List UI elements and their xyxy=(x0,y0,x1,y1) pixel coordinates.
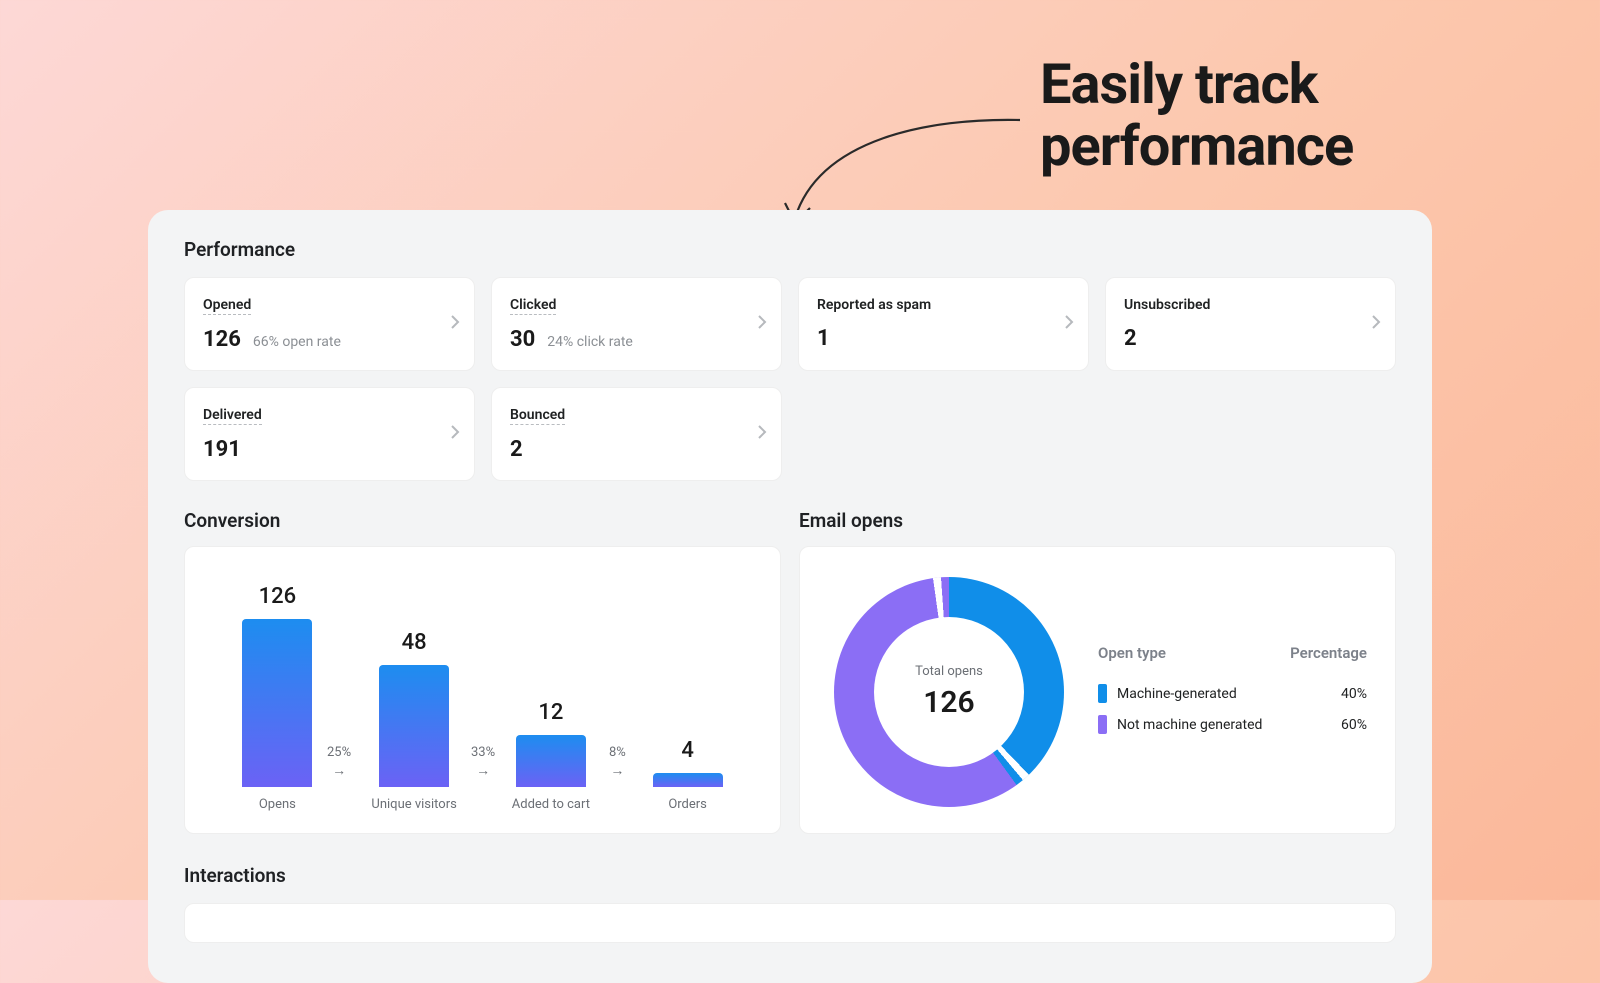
legend-swatch-icon xyxy=(1098,684,1107,703)
legend-pct: 60% xyxy=(1341,717,1367,733)
legend-pct: 40% xyxy=(1341,686,1367,702)
interactions-section-title: Interactions xyxy=(184,864,1396,887)
bar-caption: Added to cart xyxy=(491,797,611,812)
card-label: Unsubscribed xyxy=(1124,297,1210,314)
bar-unique-visitors: 48 xyxy=(354,630,474,787)
arrow-right-icon: → xyxy=(610,763,624,779)
bar-caption: Opens xyxy=(217,797,337,812)
donut-center-label: Total opens xyxy=(915,664,983,679)
bar-opens: 126 xyxy=(217,584,337,787)
card-label: Delivered xyxy=(203,407,262,425)
bar xyxy=(653,773,723,787)
chevron-right-icon xyxy=(450,424,460,444)
card-label: Reported as spam xyxy=(817,297,931,314)
card-reported-as-spam[interactable]: Reported as spam 1 xyxy=(798,277,1089,371)
bar-value: 48 xyxy=(402,630,427,655)
email-opens-section-title: Email opens xyxy=(799,509,1396,532)
card-unsubscribed[interactable]: Unsubscribed 2 xyxy=(1105,277,1396,371)
donut-center-value: 126 xyxy=(923,685,974,720)
dashboard-panel: Performance Opened 126 66% open rate Cli… xyxy=(148,210,1432,983)
card-label: Opened xyxy=(203,297,251,315)
card-value: 1 xyxy=(817,326,830,351)
legend-swatch-icon xyxy=(1098,715,1107,734)
bar xyxy=(242,619,312,787)
card-delivered[interactable]: Delivered 191 xyxy=(184,387,475,481)
legend-header-type: Open type xyxy=(1098,644,1166,662)
performance-cards-row-2: Delivered 191 Bounced 2 xyxy=(184,387,1396,481)
bar-value: 126 xyxy=(259,584,297,609)
card-value: 126 xyxy=(203,327,241,352)
card-sub: 24% click rate xyxy=(547,334,633,350)
arrow-right-icon: → xyxy=(332,763,346,779)
card-value: 2 xyxy=(1124,326,1137,351)
card-value: 30 xyxy=(510,327,535,352)
bar xyxy=(379,665,449,787)
email-opens-chart-card: Total opens 126 Open type Percentage xyxy=(799,546,1396,834)
legend-row-machine: Machine-generated 40% xyxy=(1094,678,1371,709)
arrow-right-icon: → xyxy=(476,763,490,779)
chevron-right-icon xyxy=(757,314,767,334)
card-sub: 66% open rate xyxy=(253,334,341,350)
bar-caption: Orders xyxy=(628,797,748,812)
card-opened[interactable]: Opened 126 66% open rate xyxy=(184,277,475,371)
card-clicked[interactable]: Clicked 30 24% click rate xyxy=(491,277,782,371)
chevron-right-icon xyxy=(757,424,767,444)
step-rate-2: 33%→ xyxy=(471,745,495,781)
card-label: Bounced xyxy=(510,407,565,425)
card-label: Clicked xyxy=(510,297,556,315)
legend-header-pct: Percentage xyxy=(1290,644,1367,662)
conversion-section-title: Conversion xyxy=(184,509,781,532)
hero-line2: performance xyxy=(1040,116,1353,178)
chevron-right-icon xyxy=(450,314,460,334)
conversion-block: Conversion 126 48 12 xyxy=(184,509,781,834)
interactions-card xyxy=(184,903,1396,943)
email-opens-block: Email opens Total opens 126 Ope xyxy=(799,509,1396,834)
step-rate-3: 8%→ xyxy=(609,745,626,781)
bar xyxy=(516,735,586,787)
bar-caption: Unique visitors xyxy=(354,797,474,812)
bar-value: 4 xyxy=(681,738,694,763)
bar-orders: 4 xyxy=(628,738,748,787)
bar-value: 12 xyxy=(538,700,563,725)
legend-row-not-machine: Not machine generated 60% xyxy=(1094,709,1371,740)
performance-cards-row-1: Opened 126 66% open rate Clicked 30 24% … xyxy=(184,277,1396,371)
card-bounced[interactable]: Bounced 2 xyxy=(491,387,782,481)
chevron-right-icon xyxy=(1371,314,1381,334)
hero-title: Easily track performance xyxy=(1040,54,1353,177)
bar-added-to-cart: 12 xyxy=(491,700,611,787)
legend-label: Not machine generated xyxy=(1117,717,1262,733)
chevron-right-icon xyxy=(1064,314,1074,334)
performance-section-title: Performance xyxy=(184,238,1396,261)
donut-legend: Open type Percentage Machine-generated 4… xyxy=(1094,644,1371,740)
legend-label: Machine-generated xyxy=(1117,686,1237,702)
card-value: 191 xyxy=(203,437,241,462)
conversion-chart-card: 126 48 12 4 xyxy=(184,546,781,834)
donut-chart: Total opens 126 xyxy=(834,577,1064,807)
step-rate-1: 25%→ xyxy=(327,745,351,781)
hero-line1: Easily track xyxy=(1040,54,1353,116)
card-value: 2 xyxy=(510,437,523,462)
conversion-axis-labels: Opens Unique visitors Added to cart Orde… xyxy=(209,797,756,812)
conversion-bars: 126 48 12 4 xyxy=(209,567,756,787)
